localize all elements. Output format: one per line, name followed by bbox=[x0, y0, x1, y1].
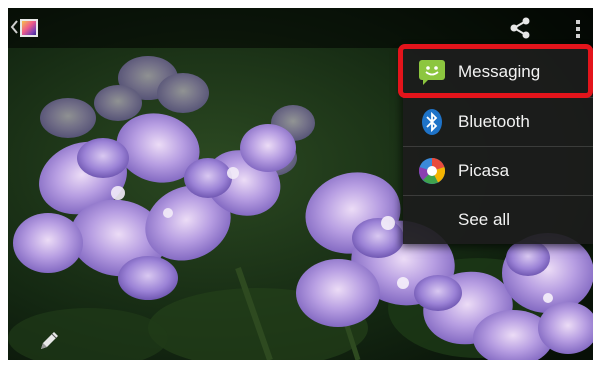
gallery-icon[interactable] bbox=[20, 19, 38, 37]
chevron-left-icon[interactable] bbox=[10, 20, 18, 34]
menu-item-bluetooth[interactable]: Bluetooth bbox=[403, 97, 593, 146]
overflow-menu-icon[interactable] bbox=[568, 16, 588, 42]
action-bar bbox=[8, 8, 593, 48]
menu-item-picasa[interactable]: Picasa bbox=[403, 146, 593, 195]
menu-item-see-all[interactable]: See all bbox=[403, 195, 593, 244]
menu-item-label: Picasa bbox=[458, 161, 510, 180]
menu-item-label: Bluetooth bbox=[458, 112, 530, 131]
share-icon[interactable] bbox=[506, 14, 534, 42]
picasa-icon bbox=[418, 157, 446, 184]
highlight-box bbox=[398, 44, 593, 98]
bluetooth-icon bbox=[422, 109, 442, 135]
menu-item-label: See all bbox=[458, 210, 510, 229]
pencil-icon[interactable] bbox=[36, 328, 62, 354]
